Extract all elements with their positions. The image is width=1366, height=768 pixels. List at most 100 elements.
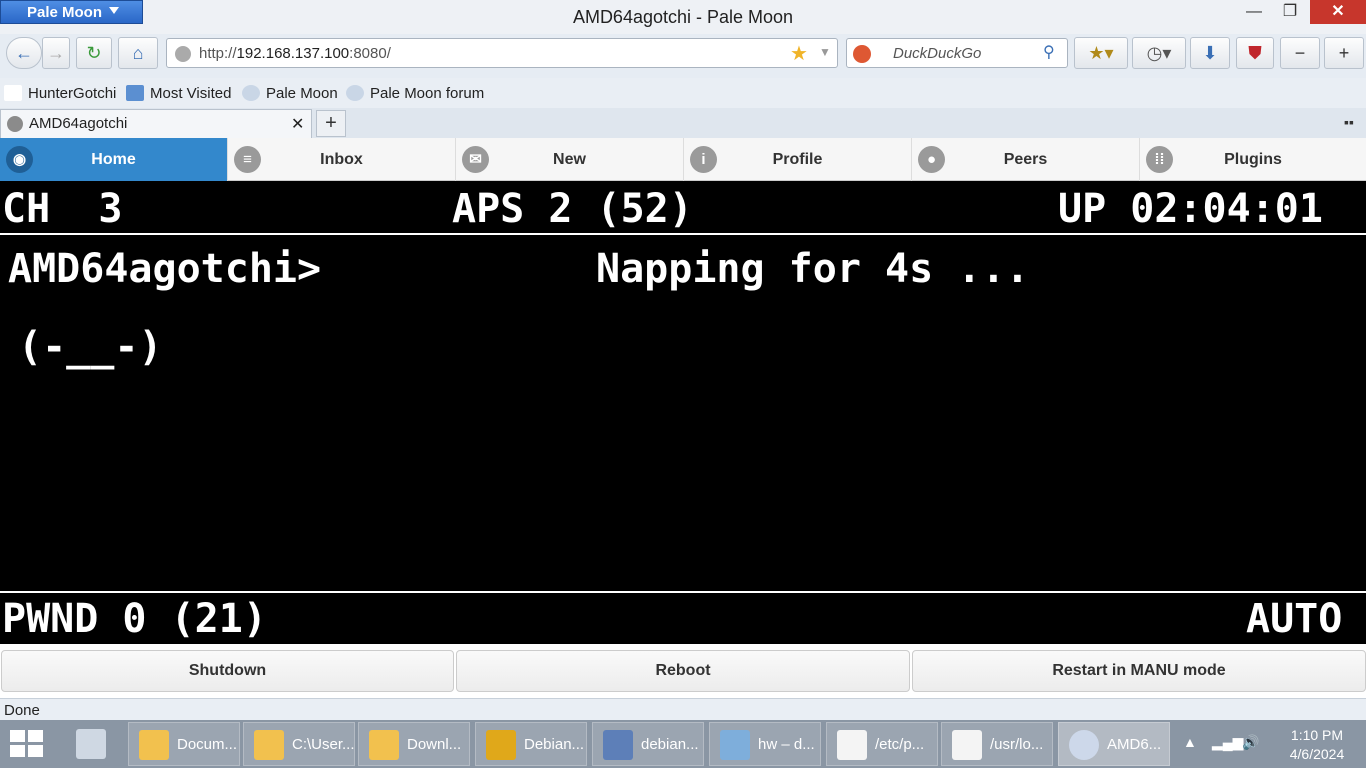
title-bar: Pale Moon AMD64agotchi - Pale Moon — ❐ ✕ — [0, 0, 1366, 34]
folder-icon — [254, 730, 284, 760]
minimize-button[interactable]: — — [1234, 0, 1274, 24]
reload-button[interactable]: ↻ — [76, 37, 112, 69]
taskbar-label: AMD6... — [1107, 736, 1162, 753]
home-button[interactable]: ⌂ — [118, 37, 158, 69]
nav-label: New — [553, 151, 586, 168]
tab-list-icon[interactable]: ▪▪ — [1344, 114, 1354, 130]
zoom-out-button[interactable]: − — [1280, 37, 1320, 69]
bookmark-pale-moon[interactable]: Pale Moon — [242, 85, 338, 102]
taskbar-item[interactable]: debian... — [592, 722, 704, 766]
forward-button[interactable]: → — [42, 37, 70, 69]
nav-peers[interactable]: ● Peers — [912, 138, 1140, 181]
zoom-in-button[interactable]: + — [1324, 37, 1364, 69]
taskbar-label: /usr/lo... — [990, 736, 1044, 753]
restart-manu-button[interactable]: Restart in MANU mode — [912, 650, 1366, 692]
taskbar-label: C:\User... — [292, 736, 355, 753]
taskbar-label: Docum... — [177, 736, 238, 753]
taskbar-pinned-monitor[interactable] — [66, 722, 124, 766]
reboot-button[interactable]: Reboot — [456, 650, 910, 692]
info-icon: i — [690, 146, 717, 173]
nav-label: Plugins — [1224, 151, 1282, 168]
bookmarks-icon: ★▾ — [1088, 43, 1114, 63]
windows-logo-icon — [28, 745, 43, 757]
windows-logo-icon — [10, 730, 25, 742]
taskbar-label: Downl... — [407, 736, 462, 753]
navigation-toolbar: ← → ↻ ⌂ http://192.168.137.100:8080/ ★ ▼… — [0, 34, 1366, 78]
taskbar-item[interactable]: /etc/p... — [826, 722, 938, 766]
tab-label: AMD64agotchi — [29, 115, 128, 132]
new-tab-button[interactable]: + — [316, 110, 346, 137]
back-button[interactable]: ← — [6, 37, 42, 69]
shutdown-button[interactable]: Shutdown — [1, 650, 454, 692]
duckduckgo-icon[interactable] — [853, 45, 871, 63]
taskbar-item[interactable]: Debian... — [475, 722, 587, 766]
download-arrow-icon: ⬇ — [1202, 43, 1218, 63]
nav-inbox[interactable]: ≡ Inbox — [228, 138, 456, 181]
nav-label: Peers — [1003, 151, 1048, 168]
network-terminal-icon — [603, 730, 633, 760]
search-bar[interactable]: DuckDuckGo ⚲ — [846, 38, 1068, 68]
windows-logo-icon — [28, 730, 43, 742]
text-editor-icon — [952, 730, 982, 760]
globe-icon — [175, 46, 191, 62]
windows-logo-icon — [10, 745, 25, 757]
close-button[interactable]: ✕ — [1310, 0, 1366, 24]
nav-new[interactable]: ✉ New — [456, 138, 684, 181]
downloads-button[interactable]: ⬇ — [1190, 37, 1230, 69]
taskbar-label: /etc/p... — [875, 736, 925, 753]
bookmark-label: Most Visited — [150, 85, 232, 102]
ublock-button[interactable]: ⛊ — [1236, 37, 1274, 69]
nav-plugins[interactable]: ⁞⁞ Plugins — [1140, 138, 1366, 181]
uptime-readout: UP 02:04:01 — [1058, 186, 1323, 232]
bookmarks-menu-button[interactable]: ★▾ — [1074, 37, 1128, 69]
clock[interactable]: 1:10 PM 4/6/2024 — [1270, 726, 1364, 764]
mail-icon: ✉ — [462, 146, 489, 173]
aps-readout: APS 2 (52) — [452, 186, 693, 232]
tray-overflow-icon[interactable]: ▲ — [1183, 734, 1197, 750]
nav-profile[interactable]: i Profile — [684, 138, 912, 181]
tab-amd64agotchi[interactable]: AMD64agotchi ✕ — [0, 109, 312, 138]
status-text: Done — [4, 702, 40, 719]
search-icon[interactable]: ⚲ — [1043, 42, 1055, 62]
taskbar-label: Debian... — [524, 736, 585, 753]
mode-readout: AUTO — [1246, 596, 1343, 642]
clock-icon: ◷▾ — [1146, 43, 1172, 63]
status-message: Napping for 4s ... — [596, 246, 1030, 292]
bookmark-pale-moon-forum[interactable]: Pale Moon forum — [346, 85, 484, 102]
taskbar-item-active[interactable]: AMD6... — [1058, 722, 1170, 766]
taskbar-item[interactable]: /usr/lo... — [941, 722, 1053, 766]
taskbar-item[interactable]: Downl... — [358, 722, 470, 766]
ublock-shield-icon: ⛊ — [1248, 43, 1262, 63]
taskbar-item[interactable]: Docum... — [128, 722, 240, 766]
bookmarks-toolbar: HunterGotchi Most Visited Pale Moon Pale… — [0, 78, 1366, 108]
taskbar-item[interactable]: C:\User... — [243, 722, 355, 766]
pwnagotchi-screen: CH 3 APS 2 (52) UP 02:04:01 AMD64agotchi… — [0, 181, 1366, 644]
status-bar: Done — [0, 698, 1366, 720]
list-icon: ≡ — [234, 146, 261, 173]
grid-icon: ⁞⁞ — [1146, 146, 1173, 173]
tab-close-icon[interactable]: ✕ — [291, 114, 304, 134]
file-transfer-icon — [720, 730, 750, 760]
history-menu-button[interactable]: ◷▾ — [1132, 37, 1186, 69]
clock-date: 4/6/2024 — [1289, 746, 1345, 762]
url-bar[interactable]: http://192.168.137.100:8080/ ★ ▼ — [166, 38, 838, 68]
bookmark-huntergotchi[interactable]: HunterGotchi — [4, 85, 116, 102]
bookmark-most-visited[interactable]: Most Visited — [126, 85, 231, 102]
pale-moon-icon — [242, 85, 260, 101]
taskbar-item[interactable]: hw – d... — [709, 722, 821, 766]
nav-home[interactable]: ◉ Home — [0, 138, 228, 181]
nav-label: Home — [91, 151, 136, 168]
eye-icon: ◉ — [6, 146, 33, 173]
start-button[interactable] — [10, 730, 46, 758]
maximize-button[interactable]: ❐ — [1270, 0, 1310, 24]
search-placeholder: DuckDuckGo — [893, 45, 982, 62]
bookmark-star-icon[interactable]: ★ — [790, 41, 808, 66]
volume-icon[interactable]: 🔊 — [1242, 734, 1259, 751]
url-dropdown-icon[interactable]: ▼ — [819, 45, 831, 59]
bookmark-label: Pale Moon — [266, 85, 338, 102]
network-signal-icon[interactable]: ▂▄▆ — [1212, 734, 1243, 751]
channel-readout: CH 3 — [2, 186, 123, 232]
nav-label: Profile — [772, 151, 823, 168]
folder-icon — [126, 85, 144, 101]
tab-strip: AMD64agotchi ✕ + ▪▪ — [0, 108, 1366, 138]
